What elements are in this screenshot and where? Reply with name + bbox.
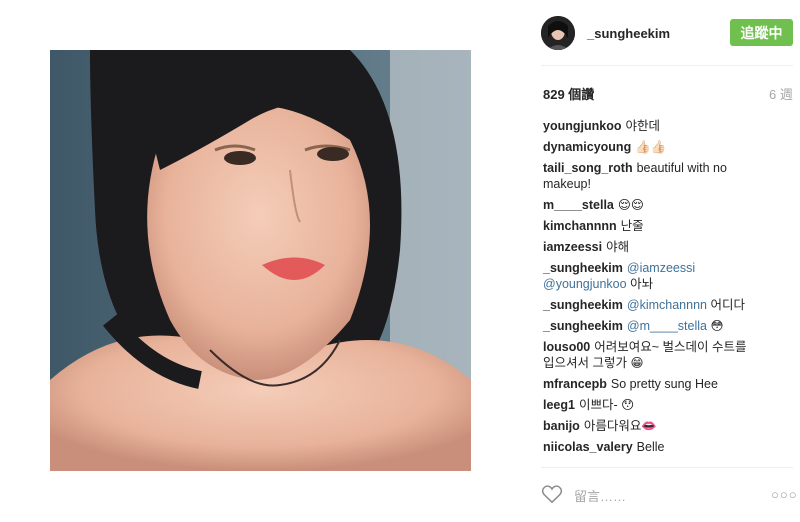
comment: dynamicyoung 👍🏻👍🏻 [543, 139, 753, 155]
comment-username[interactable]: _sungheekim [543, 261, 623, 275]
comment-text: 이쁘다- 😯 [578, 398, 635, 412]
post-username[interactable]: _sungheekim [587, 26, 670, 41]
comment: niicolas_valery Belle [543, 439, 753, 455]
comment-username[interactable]: _sungheekim [543, 319, 623, 333]
post-photo[interactable] [50, 50, 471, 471]
comment-username[interactable]: kimchannnn [543, 219, 617, 233]
ellipsis-icon[interactable]: ○○○ [771, 487, 798, 502]
comment-username[interactable]: leeg1 [543, 398, 575, 412]
comment: leeg1 이쁘다- 😯 [543, 397, 753, 413]
comment-username[interactable]: niicolas_valery [543, 440, 633, 454]
comment: _sungheekim @m____stella 😳 [543, 318, 753, 334]
post-sidebar: _sungheekim 追蹤中 829 個讚 6 週 youngjunkoo 야한… [541, 0, 800, 522]
comment: youngjunkoo 야한데 [543, 118, 753, 134]
comment-text: So pretty sung Hee [610, 377, 718, 391]
comment-text: 야해 [606, 240, 630, 254]
comment-text: 야한데 [625, 119, 660, 133]
like-count[interactable]: 829 個讚 [543, 84, 594, 103]
comment-text: Belle [636, 440, 665, 454]
comment-username[interactable]: mfrancepb [543, 377, 607, 391]
comment-mention[interactable]: @m____stella [627, 319, 707, 333]
comment-username[interactable]: youngjunkoo [543, 119, 621, 133]
comment-username[interactable]: dynamicyoung [543, 140, 631, 154]
comment-username[interactable]: iamzeessi [543, 240, 602, 254]
comment-username[interactable]: banijo [543, 419, 580, 433]
comment-text: 난줄 [620, 219, 644, 233]
comment-username[interactable]: louso00 [543, 340, 590, 354]
post-timestamp[interactable]: 6 週 [769, 84, 793, 103]
comment: banijo 아름다워요👄 [543, 418, 753, 434]
comment: kimchannnn 난줄 [543, 218, 753, 234]
footer-divider [541, 467, 793, 468]
comment-username[interactable]: taili_song_roth [543, 161, 633, 175]
comment: m____stella 😌😌 [543, 197, 753, 213]
heart-outline-icon[interactable] [541, 484, 565, 506]
comment-mention[interactable]: @kimchannnn [627, 298, 707, 312]
comment-text: 어디다 [710, 298, 745, 312]
comment: _sungheekim @kimchannnn 어디다 [543, 297, 753, 313]
portrait-image [50, 50, 471, 471]
header-divider [541, 65, 793, 66]
comment-text: 아놔 [630, 277, 654, 291]
comment-username[interactable]: m____stella [543, 198, 614, 212]
avatar-image [541, 16, 575, 50]
comment-text: 😌😌 [617, 198, 644, 212]
comment: taili_song_roth beautiful with no makeup! [543, 160, 753, 192]
comment-text: 😳 [710, 319, 724, 333]
comment-username[interactable]: _sungheekim [543, 298, 623, 312]
comment-text: 아름다워요👄 [583, 419, 657, 433]
comment: louso00 어려보여요~ 벌스데이 수트를 입으셔서 그렇가 😁 [543, 339, 753, 371]
avatar[interactable] [541, 16, 575, 50]
comment: _sungheekim @iamzeessi @youngjunkoo 아놔 [543, 260, 753, 292]
comment: iamzeessi 야해 [543, 239, 753, 255]
comment: mfrancepb So pretty sung Hee [543, 376, 753, 392]
comment-text: 👍🏻👍🏻 [635, 140, 667, 154]
comment-list: youngjunkoo 야한데 dynamicyoung 👍🏻👍🏻 taili_so… [543, 118, 753, 460]
comment-input[interactable]: 留言…… [574, 486, 626, 505]
following-button[interactable]: 追蹤中 [730, 19, 793, 46]
post-actions: 留言…… ○○○ [541, 484, 800, 506]
